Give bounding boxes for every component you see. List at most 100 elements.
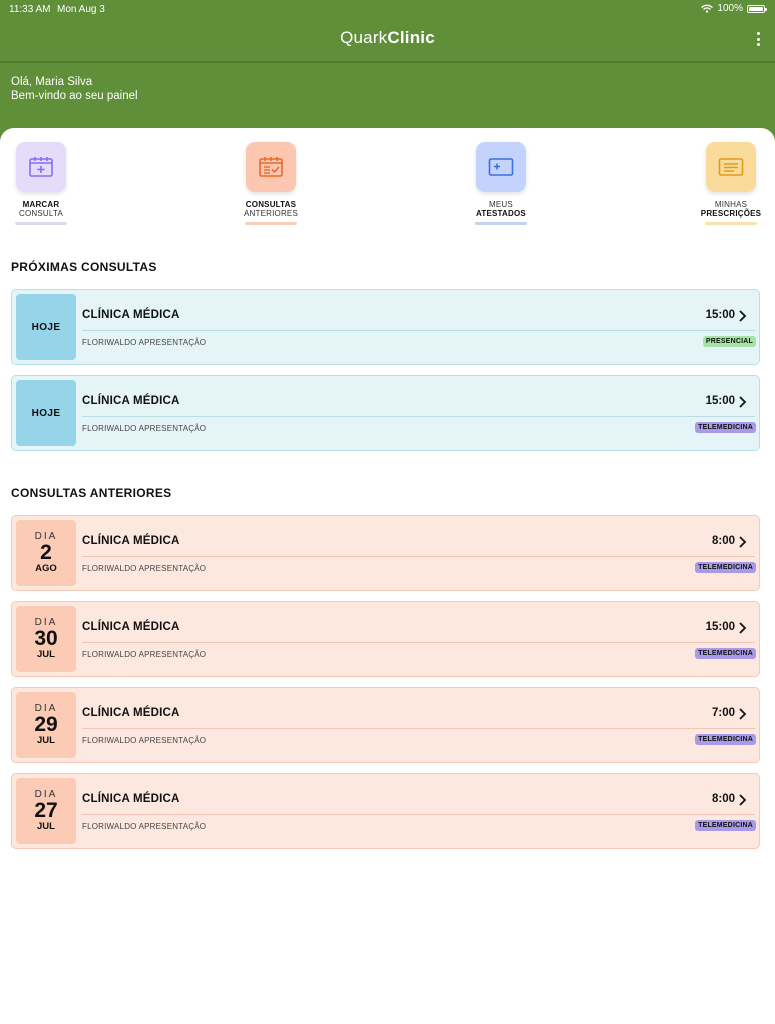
greeting-welcome: Bem-vindo ao seu painel [11,90,138,102]
day-number: 2 [40,541,52,564]
card-divider [82,556,755,557]
card-divider [82,728,755,729]
chevron-right-icon [739,708,747,720]
doctor-name: FLORIWALDO APRESENTAÇÃO [82,424,207,433]
today-label: HOJE [31,407,61,419]
battery-percent: 100% [717,3,743,14]
quick-action-marcar-consulta[interactable]: MARCAR CONSULTA [1,142,81,225]
month-label: JUL [37,649,55,660]
card-divider [82,642,755,643]
card-divider [82,330,755,331]
medical-certificate-icon [488,158,514,176]
greeting: Olá, Maria Silva Bem-vindo ao seu painel [11,75,138,103]
quick-action-label-2: ANTERIORES [243,209,298,218]
header-divider [0,61,775,63]
upcoming-appointment-card[interactable]: HOJE CLÍNICA MÉDICA 15:00 FLORIWALDO APR… [11,289,760,365]
past-appointment-card[interactable]: DIA 29 JUL CLÍNICA MÉDICA 7:00 FLORIWALD… [11,687,760,763]
status-badge: TELEMEDICINA [695,734,756,745]
status-badge: TELEMEDICINA [695,422,756,433]
quick-action-tile[interactable] [16,142,66,192]
quick-action-label-2: ATESTADOS [476,209,526,218]
dashboard-content: MARCAR CONSULTA CONSULTAS ANTERIORES MEU… [0,128,775,1024]
chevron-right-icon [739,536,747,548]
specialty: CLÍNICA MÉDICA [82,535,180,547]
appointment-time: 15:00 [705,395,735,407]
status-badge: TELEMEDICINA [695,820,756,831]
quick-action-underline [475,222,527,225]
battery-icon [747,4,767,13]
more-options-icon[interactable] [755,32,761,46]
status-badge: TELEMEDICINA [695,562,756,573]
status-date: Mon Aug 3 [57,4,105,15]
greeting-name: Olá, Maria Silva [11,76,93,88]
specialty: CLÍNICA MÉDICA [82,621,180,633]
quick-action-meus-atestados[interactable]: MEUS ATESTADOS [461,142,541,225]
date-box: DIA 29 JUL [16,692,76,758]
day-number: 27 [34,799,58,822]
month-label: JUL [37,735,55,746]
quick-action-label-1: MARCAR [22,200,60,209]
status-badge: TELEMEDICINA [695,648,756,659]
doctor-name: FLORIWALDO APRESENTAÇÃO [82,338,207,347]
calendar-plus-icon [29,157,53,177]
date-box: DIA 2 AGO [16,520,76,586]
appointment-time: 8:00 [711,535,735,547]
doctor-name: FLORIWALDO APRESENTAÇÃO [82,650,207,659]
appointment-time: 15:00 [705,309,735,321]
quick-action-tile[interactable] [476,142,526,192]
doctor-name: FLORIWALDO APRESENTAÇÃO [82,564,207,573]
quick-action-tile[interactable] [706,142,756,192]
appointment-time: 15:00 [705,621,735,633]
status-bar: 11:33 AM Mon Aug 3 100% [0,0,775,20]
specialty: CLÍNICA MÉDICA [82,707,180,719]
date-box: DIA 30 JUL [16,606,76,672]
today-label: HOJE [31,321,61,333]
appointment-time: 7:00 [711,707,735,719]
day-number: 29 [34,713,58,736]
brand-bold: Clinic [387,28,435,47]
past-appointment-card[interactable]: DIA 27 JUL CLÍNICA MÉDICA 8:00 FLORIWALD… [11,773,760,849]
appointment-time: 8:00 [711,793,735,805]
doctor-name: FLORIWALDO APRESENTAÇÃO [82,736,207,745]
card-divider [82,814,755,815]
month-label: JUL [37,821,55,832]
specialty: CLÍNICA MÉDICA [82,395,180,407]
date-box: HOJE [16,294,76,360]
quick-action-label-1: MEUS [489,200,513,209]
doctor-name: FLORIWALDO APRESENTAÇÃO [82,822,207,831]
status-badge: PRESENCIAL [702,336,756,347]
quick-action-underline [245,222,297,225]
month-label: AGO [35,563,57,574]
status-right: 100% [701,3,767,14]
quick-action-label-2: CONSULTA [19,209,63,218]
upcoming-section-title: PRÓXIMAS CONSULTAS [11,260,157,274]
quick-action-minhas-prescricoes[interactable]: MINHAS PRESCRIÇÕES [691,142,771,225]
prescription-icon [718,158,744,176]
quick-action-label-1: MINHAS [714,200,748,209]
date-box: DIA 27 JUL [16,778,76,844]
quick-action-tile[interactable] [246,142,296,192]
specialty: CLÍNICA MÉDICA [82,793,180,805]
specialty: CLÍNICA MÉDICA [82,309,180,321]
quick-action-underline [15,222,67,225]
quick-action-consultas-anteriores[interactable]: CONSULTAS ANTERIORES [231,142,311,225]
chevron-right-icon [739,396,747,408]
quick-action-underline [705,222,757,225]
past-appointment-card[interactable]: DIA 30 JUL CLÍNICA MÉDICA 15:00 FLORIWAL… [11,601,760,677]
app-title: QuarkClinic [0,28,775,48]
quick-action-label-1: CONSULTAS [245,200,297,209]
status-time: 11:33 AM [9,4,51,15]
past-section-title: CONSULTAS ANTERIORES [11,486,172,500]
card-divider [82,416,755,417]
calendar-check-icon [259,157,283,177]
chevron-right-icon [739,622,747,634]
wifi-icon [701,4,714,13]
upcoming-appointment-card[interactable]: HOJE CLÍNICA MÉDICA 15:00 FLORIWALDO APR… [11,375,760,451]
quick-action-label-2: PRESCRIÇÕES [700,209,762,218]
past-appointment-card[interactable]: DIA 2 AGO CLÍNICA MÉDICA 8:00 FLORIWALDO… [11,515,760,591]
chevron-right-icon [739,794,747,806]
chevron-right-icon [739,310,747,322]
brand-light: Quark [340,28,388,47]
date-box: HOJE [16,380,76,446]
day-number: 30 [34,627,58,650]
